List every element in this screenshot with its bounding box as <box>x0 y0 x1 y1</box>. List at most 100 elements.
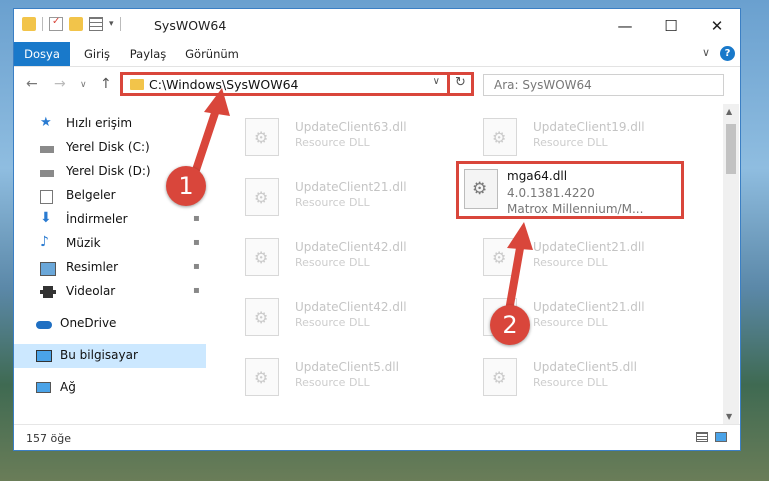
customize-qat-icon[interactable]: ▾ <box>109 19 114 29</box>
properties-icon[interactable]: ✓ <box>49 16 63 31</box>
tab-view[interactable]: Görünüm <box>178 42 246 66</box>
status-bar: 157 öğe <box>14 424 740 451</box>
list-item[interactable]: UpdateClient21.dll Resource DLL <box>479 232 699 282</box>
file-name: UpdateClient5.dll <box>295 360 399 374</box>
tab-share[interactable]: Paylaş <box>122 42 174 66</box>
cloud-icon <box>36 321 52 329</box>
new-folder-icon[interactable] <box>69 17 83 31</box>
scrollbar-thumb[interactable] <box>726 124 736 174</box>
list-item[interactable]: UpdateClient42.dll Resource DLL <box>241 232 461 282</box>
address-path[interactable]: C:\Windows\SysWOW64 <box>149 77 298 92</box>
minimize-button[interactable]: — <box>602 9 648 42</box>
folder-icon <box>130 79 144 90</box>
highlighted-file-mga64[interactable]: mga64.dll 4.0.1381.4220 Matrox Millenniu… <box>456 161 684 219</box>
list-item[interactable]: UpdateClient21.dll Resource DLL <box>241 172 461 222</box>
dll-file-icon <box>245 298 279 336</box>
title-bar: ✓ ▾ SysWOW64 — ☐ ✕ <box>14 9 740 42</box>
sidebar-item-label: Müzik <box>66 236 101 250</box>
file-description: Resource DLL <box>295 256 370 269</box>
file-name: UpdateClient21.dll <box>295 180 407 194</box>
sidebar-item-pictures[interactable]: Resimler ▪ <box>14 256 206 280</box>
sidebar-item-onedrive[interactable]: OneDrive <box>14 312 206 336</box>
documents-icon <box>40 190 53 204</box>
file-description: Resource DLL <box>533 316 608 329</box>
list-item[interactable]: UpdateClient42.dll Resource DLL <box>241 292 461 342</box>
view-icon[interactable] <box>89 17 103 31</box>
vertical-scrollbar[interactable]: ▲ ▼ <box>723 104 739 424</box>
sidebar-item-label: Ağ <box>60 380 76 394</box>
forward-button[interactable]: → <box>54 76 66 92</box>
refresh-button[interactable]: ↻ <box>447 72 471 96</box>
ribbon-expand-icon[interactable]: ∨ <box>702 46 710 59</box>
divider <box>119 17 121 31</box>
tab-home[interactable]: Giriş <box>74 42 120 66</box>
recent-locations-button[interactable]: ∨ <box>80 80 87 90</box>
sidebar-item-videos[interactable]: Videolar ▪ <box>14 280 206 304</box>
address-bar[interactable]: C:\Windows\SysWOW64 ∨ ↻ <box>120 72 474 96</box>
sidebar-item-label: Hızlı erişim <box>66 116 133 130</box>
file-name: UpdateClient63.dll <box>295 120 407 134</box>
pin-icon: ▪ <box>193 213 200 224</box>
file-name: UpdateClient21.dll <box>533 240 645 254</box>
list-item[interactable]: UpdateClient5.dll Resource DLL <box>479 352 699 402</box>
sidebar-item-quick-access[interactable]: ★ Hızlı erişim <box>14 112 206 136</box>
sidebar-item-downloads[interactable]: ⬇ İndirmeler ▪ <box>14 208 206 232</box>
list-item[interactable]: UpdateClient19.dll Resource DLL <box>479 112 699 162</box>
help-icon[interactable]: ? <box>720 46 735 61</box>
download-icon: ⬇ <box>40 210 52 226</box>
file-description: Matrox Millennium/M... <box>507 202 644 216</box>
dll-file-icon <box>245 178 279 216</box>
file-name: mga64.dll <box>507 169 568 183</box>
star-icon: ★ <box>40 115 52 130</box>
ribbon-tabs: Dosya Giriş Paylaş Görünüm ∨ ? <box>14 42 740 67</box>
file-description: Resource DLL <box>295 136 370 149</box>
pin-icon: ▪ <box>193 285 200 296</box>
file-description: Resource DLL <box>295 196 370 209</box>
dll-file-icon <box>483 358 517 396</box>
sidebar-item-label: Resimler <box>66 260 119 274</box>
file-name: UpdateClient19.dll <box>533 120 645 134</box>
file-name: UpdateClient5.dll <box>533 360 637 374</box>
quick-access-toolbar: ✓ ▾ <box>22 16 121 31</box>
step-2-badge: 2 <box>490 305 530 345</box>
list-item[interactable]: UpdateClient63.dll Resource DLL <box>241 112 461 162</box>
file-description: Resource DLL <box>295 316 370 329</box>
dll-file-icon <box>464 169 498 209</box>
pin-icon: ▪ <box>193 237 200 248</box>
search-placeholder: Ara: SysWOW64 <box>494 78 592 92</box>
scroll-down-icon[interactable]: ▼ <box>726 412 732 421</box>
address-dropdown-icon[interactable]: ∨ <box>433 76 440 87</box>
large-icons-view-icon[interactable] <box>715 432 727 442</box>
file-list: UpdateClient63.dll Resource DLL UpdateCl… <box>221 104 719 424</box>
tab-file[interactable]: Dosya <box>14 42 70 66</box>
file-name: UpdateClient42.dll <box>295 300 407 314</box>
back-button[interactable]: ← <box>26 76 38 92</box>
music-icon: ♪ <box>40 234 49 250</box>
sidebar-item-disk-c[interactable]: Yerel Disk (C:) <box>14 136 206 160</box>
sidebar-item-label: İndirmeler <box>66 212 128 226</box>
network-icon <box>36 382 51 393</box>
maximize-button[interactable]: ☐ <box>648 9 694 42</box>
pictures-icon <box>40 262 56 276</box>
close-button[interactable]: ✕ <box>694 9 740 42</box>
sidebar-item-label: Videolar <box>66 284 116 298</box>
drive-icon <box>40 146 54 153</box>
file-version: 4.0.1381.4220 <box>507 186 595 200</box>
up-button[interactable]: ↑ <box>100 76 112 92</box>
video-icon <box>40 286 56 298</box>
sidebar-item-label: Yerel Disk (C:) <box>66 140 150 154</box>
step-1-badge: 1 <box>166 166 206 206</box>
sidebar-item-music[interactable]: ♪ Müzik ▪ <box>14 232 206 256</box>
explorer-window: ✓ ▾ SysWOW64 — ☐ ✕ Dosya Giriş Paylaş Gö… <box>13 8 741 451</box>
sidebar-item-network[interactable]: Ağ <box>14 376 206 400</box>
dll-file-icon <box>245 238 279 276</box>
file-name: UpdateClient21.dll <box>533 300 645 314</box>
details-view-icon[interactable] <box>696 432 708 442</box>
sidebar-item-label: Bu bilgisayar <box>60 348 138 362</box>
sidebar-item-label: OneDrive <box>60 316 117 330</box>
scroll-up-icon[interactable]: ▲ <box>726 107 732 116</box>
file-description: Resource DLL <box>295 376 370 389</box>
sidebar-item-this-pc[interactable]: Bu bilgisayar <box>14 344 206 368</box>
search-input[interactable]: Ara: SysWOW64 <box>483 74 724 96</box>
list-item[interactable]: UpdateClient5.dll Resource DLL <box>241 352 461 402</box>
